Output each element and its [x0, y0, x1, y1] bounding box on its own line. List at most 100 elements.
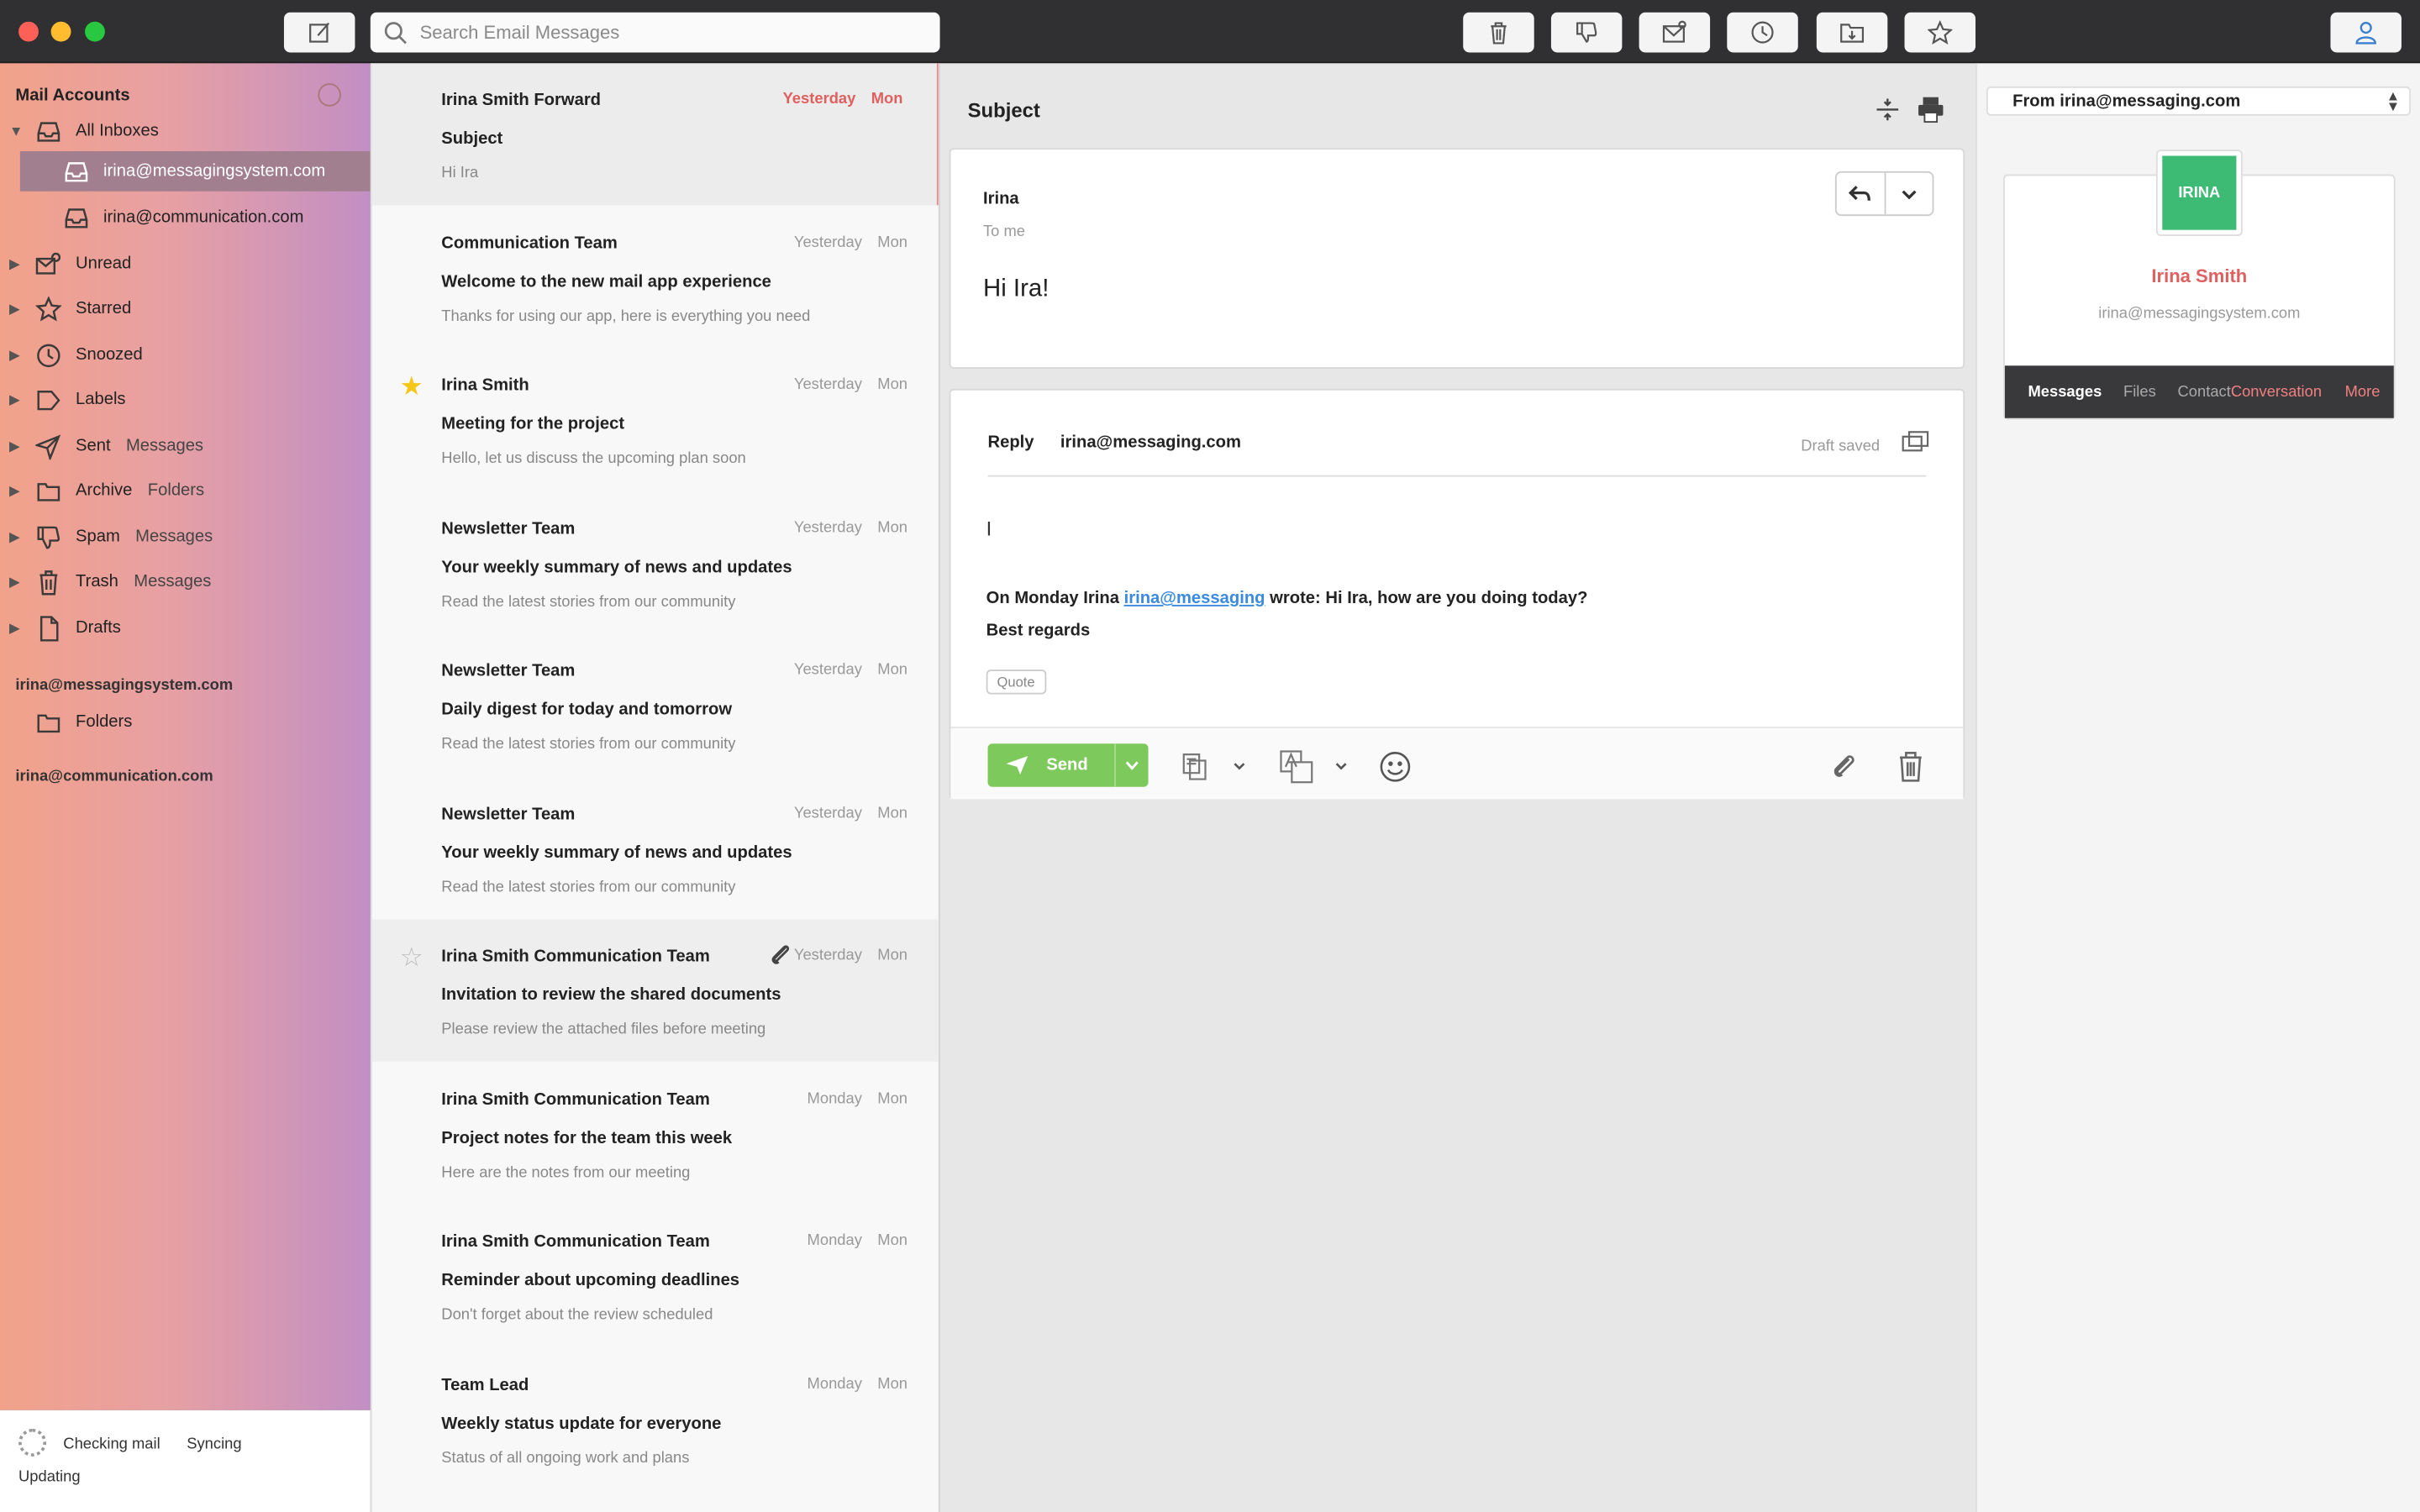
template-icon[interactable] — [1179, 750, 1213, 784]
message-reader: Subject Irina To me Hi Ira! Reply irina@… — [939, 63, 1976, 1512]
spam-button[interactable] — [1550, 12, 1623, 53]
draft-icon — [33, 614, 64, 642]
sidebar-item-count: Folders — [147, 481, 205, 501]
sidebar-item-irina-messagingsystem-com[interactable]: irina@messagingsystem.com — [19, 151, 371, 192]
message-header-row: Newsletter Team Yesterday Mon — [441, 662, 908, 680]
compose-button[interactable] — [283, 12, 355, 53]
contact-tab-messages[interactable]: Messages — [2028, 383, 2102, 400]
show-quote-toggle[interactable]: Quote — [986, 669, 1046, 695]
zoom-window-button[interactable] — [85, 21, 105, 42]
message-list-item[interactable]: Irina Smith Communication Team Monday Mon R… — [372, 1205, 939, 1347]
sidebar-item-spam[interactable]: ▶ Spam Messages — [0, 517, 371, 557]
expand-arrow-icon[interactable]: ▶ — [9, 300, 28, 317]
mark-read-icon — [1662, 20, 1686, 43]
contact-action-more[interactable]: More — [2345, 383, 2381, 400]
sidebar-section-account-2: irina@communication.com — [15, 768, 213, 785]
compose-body-input[interactable]: I — [986, 517, 992, 540]
title-bar: Search Email Messages — [0, 0, 2420, 64]
translate-icon[interactable] — [1280, 750, 1313, 784]
expand-arrow-icon[interactable]: ▶ — [9, 346, 28, 363]
expand-arrow-icon[interactable]: ▼ — [9, 123, 28, 139]
star-icon — [1928, 19, 1953, 45]
trash-button[interactable] — [1463, 12, 1534, 53]
contact-tab-contact[interactable]: Contact — [2178, 383, 2231, 400]
sidebar-item-all-inboxes[interactable]: ▼ All Inboxes — [0, 111, 371, 151]
sidebar-item-label: Trash — [76, 572, 118, 591]
contact-card-footer: Messages Files Contact Conversation More — [2004, 365, 2394, 418]
sidebar-item-trash[interactable]: ▶ Trash Messages — [0, 562, 371, 602]
archive-button[interactable] — [1816, 12, 1888, 53]
message-list-item[interactable]: Communication Team Yesterday Mon Welcome to… — [372, 206, 939, 348]
message-date: Yesterday — [793, 234, 862, 251]
snooze-button[interactable] — [1727, 12, 1798, 53]
sidebar-item-labels[interactable]: ▶ Labels — [0, 380, 371, 420]
star-outline-icon[interactable]: ☆ — [400, 942, 424, 974]
expand-arrow-icon[interactable]: ▶ — [9, 619, 28, 636]
chevron-down-icon — [1902, 189, 1917, 199]
message-list-item[interactable]: ☆ Irina Smith Communication Team Yesterday… — [371, 919, 939, 1062]
message-list-item[interactable]: Team Lead Monday Mon Weekly status update f… — [372, 1347, 939, 1489]
expand-arrow-icon[interactable]: ▶ — [9, 438, 28, 454]
expand-arrow-icon[interactable]: ▶ — [9, 482, 28, 499]
thumbsdown-icon — [33, 523, 64, 551]
reply-composer: Reply irina@messaging.com Draft saved I … — [949, 388, 1965, 800]
expand-arrow-icon[interactable]: ▶ — [9, 391, 28, 408]
sidebar-item-snoozed[interactable]: ▶ Snoozed — [0, 335, 371, 375]
message-list-item[interactable]: Newsletter Team Yesterday Mon Your weekly s… — [372, 491, 939, 633]
sidebar-item-label: Unread — [76, 255, 132, 274]
updown-chevron-icon: ▲ ▼ — [2386, 87, 2401, 114]
message-subject: Daily digest for today and tomorrow — [441, 700, 733, 719]
expand-arrow-icon[interactable]: ▶ — [9, 528, 28, 545]
message-preview: Thanks for using our app, here is everyt… — [441, 307, 811, 325]
sidebar-item-folders[interactable]: Folders — [0, 702, 371, 743]
message-list-item[interactable]: Newsletter Team Yesterday Mon Daily digest … — [372, 634, 939, 776]
quote-email-link[interactable]: irina@messaging — [1124, 590, 1265, 608]
print-icon[interactable] — [1917, 96, 1944, 123]
star-filled-icon[interactable]: ★ — [400, 372, 424, 403]
message-sender: Communication Team — [441, 234, 618, 253]
expand-thread-icon[interactable] — [1874, 96, 1902, 123]
reply-button[interactable] — [1837, 172, 1886, 215]
minimize-window-button[interactable] — [50, 21, 71, 42]
message-header-row: Irina Smith Communication Team Monday Mon — [441, 1090, 908, 1109]
archive-folder-icon — [1840, 24, 1865, 43]
expand-arrow-icon[interactable]: ▶ — [9, 255, 28, 272]
popout-icon[interactable] — [1902, 430, 1929, 452]
contact-tab-files[interactable]: Files — [2123, 383, 2156, 400]
message-sender: Irina Smith Communication Team — [441, 1089, 710, 1109]
sidebar-item-irina-communication-com[interactable]: irina@communication.com — [0, 197, 371, 238]
reply-options-button[interactable] — [1886, 173, 1933, 215]
message-list-item[interactable]: Irina Smith Forward Yesterday Mon Subject Hi… — [371, 63, 939, 206]
trash-icon[interactable] — [1894, 750, 1928, 784]
send-button[interactable]: Send — [987, 743, 1149, 787]
account-button[interactable] — [2330, 12, 2402, 53]
message-list-item[interactable]: Irina Smith Communication Team Monday Mon P… — [372, 1063, 939, 1205]
attachment-icon[interactable] — [1828, 750, 1861, 784]
message-list-item[interactable]: Newsletter Team Yesterday Mon Your weekly s… — [372, 777, 939, 919]
star-button[interactable] — [1904, 12, 1976, 53]
contact-name[interactable]: Irina Smith — [2005, 265, 2394, 287]
sidebar-item-count: Messages — [135, 528, 213, 547]
search-input[interactable]: Search Email Messages — [370, 12, 940, 53]
mark-read-button[interactable] — [1639, 12, 1711, 53]
sidebar-item-unread[interactable]: ▶ Unread — [0, 244, 371, 284]
sidebar-item-archive[interactable]: ▶ Archive Folders — [0, 470, 371, 511]
sidebar-collapse-icon[interactable] — [318, 83, 341, 107]
from-account-select[interactable]: From irina@messaging.com ▲ ▼ — [1986, 86, 2411, 116]
compose-to-address[interactable]: irina@messaging.com — [1060, 433, 1241, 452]
chevron-down-icon[interactable] — [1334, 750, 1349, 784]
sidebar-item-sent[interactable]: ▶ Sent Messages — [0, 426, 371, 466]
sidebar-item-starred[interactable]: ▶ Starred — [0, 288, 371, 328]
chevron-down-icon[interactable] — [1232, 750, 1247, 784]
close-window-button[interactable] — [18, 21, 39, 42]
message-sender: Irina Smith Communication Team — [441, 947, 710, 966]
sidebar-item-drafts[interactable]: ▶ Drafts — [0, 608, 371, 648]
compose-meta: Draft saved — [1801, 438, 1881, 455]
contact-action-conversation[interactable]: Conversation — [2231, 383, 2322, 400]
message-time: Mon — [877, 376, 908, 394]
status-subtext: Updating — [18, 1468, 81, 1486]
message-list-item[interactable]: ★ Irina Smith Yesterday Mon Meeting for the … — [372, 349, 939, 491]
emoji-icon[interactable] — [1378, 750, 1412, 784]
expand-arrow-icon[interactable]: ▶ — [9, 573, 28, 590]
send-options-button[interactable] — [1114, 743, 1148, 787]
